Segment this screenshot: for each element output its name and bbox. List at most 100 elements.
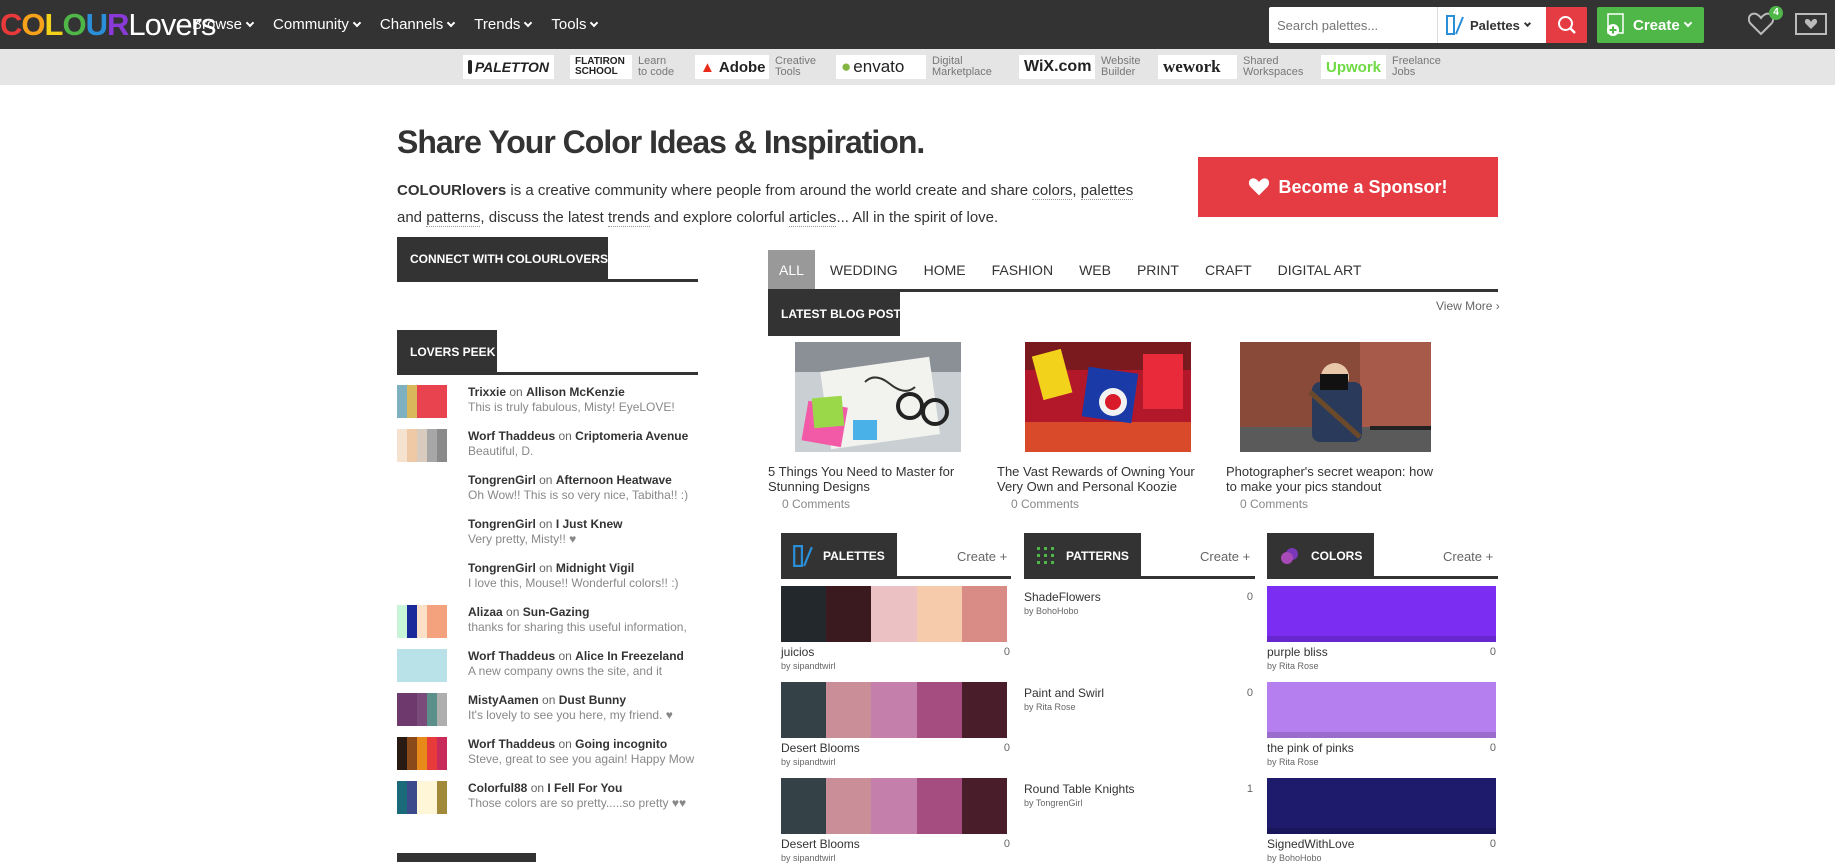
blog-comments-1[interactable]: 0 Comments bbox=[768, 497, 988, 511]
link-articles[interactable]: articles bbox=[788, 209, 837, 227]
blog-comments-3[interactable]: 0 Comments bbox=[1226, 497, 1446, 511]
peek-target[interactable]: Dust Bunny bbox=[559, 693, 626, 707]
color-name[interactable]: the pink of pinks bbox=[1267, 741, 1354, 755]
nav-community[interactable]: Community bbox=[273, 16, 362, 33]
nav-channels[interactable]: Channels bbox=[380, 16, 456, 33]
become-sponsor-button[interactable]: Become a Sponsor! bbox=[1198, 157, 1498, 217]
sponsor-envato[interactable]: ● envato Digital Marketplace bbox=[836, 55, 992, 79]
patterns-create-link[interactable]: Create + bbox=[1200, 549, 1250, 564]
tab-craft[interactable]: CRAFT bbox=[1194, 250, 1263, 290]
sponsor-flatiron[interactable]: FLATIRON SCHOOL Learn to code bbox=[570, 55, 674, 79]
peek-user[interactable]: TongrenGirl bbox=[468, 517, 536, 531]
peek-user[interactable]: TongrenGirl bbox=[468, 473, 536, 487]
peek-user[interactable]: Worf Thaddeus bbox=[468, 649, 555, 663]
peek-target[interactable]: Allison McKenzie bbox=[526, 385, 625, 399]
colors-create-link[interactable]: Create + bbox=[1443, 549, 1493, 564]
palette-author[interactable]: by sipandtwirl bbox=[781, 757, 836, 767]
blog-post-2[interactable]: The Vast Rewards of Owning Your Very Own… bbox=[997, 342, 1217, 511]
peek-target[interactable]: Alice In Freezeland bbox=[575, 649, 684, 663]
color-name[interactable]: purple bliss bbox=[1267, 645, 1328, 659]
nav-tools[interactable]: Tools bbox=[551, 16, 599, 33]
palette-thumbnail[interactable] bbox=[397, 693, 447, 726]
nav-trends[interactable]: Trends bbox=[474, 16, 533, 33]
peek-target[interactable]: Midnight Vigil bbox=[556, 561, 634, 575]
tab-digital-art[interactable]: DIGITAL ART bbox=[1267, 250, 1373, 290]
palette-preview[interactable] bbox=[781, 778, 1008, 834]
lovers-peek-item[interactable]: Worf Thaddeus on Criptomeria Avenue Beaut… bbox=[397, 429, 707, 473]
link-trends[interactable]: trends bbox=[607, 209, 650, 227]
peek-user[interactable]: Colorful88 bbox=[468, 781, 527, 795]
palettes-create-link[interactable]: Create + bbox=[957, 549, 1007, 564]
lovers-peek-item[interactable]: TongrenGirl on Afternoon Heatwave Oh Wow!… bbox=[397, 473, 707, 517]
peek-target[interactable]: I Fell For You bbox=[547, 781, 622, 795]
view-more-link[interactable]: View More › bbox=[1436, 299, 1500, 313]
lovers-peek-item[interactable]: Alizaa on Sun-Gazing thanks for sharing t… bbox=[397, 605, 707, 649]
search-type-dropdown[interactable]: Palettes bbox=[1437, 7, 1535, 43]
tab-wedding[interactable]: WEDDING bbox=[819, 250, 909, 290]
search-button[interactable] bbox=[1546, 7, 1587, 43]
color-preview[interactable] bbox=[1267, 586, 1496, 642]
color-preview[interactable] bbox=[1267, 778, 1496, 834]
palette-thumbnail[interactable] bbox=[397, 385, 447, 418]
pattern-name[interactable]: Round Table Knights bbox=[1024, 782, 1135, 796]
link-colors[interactable]: colors bbox=[1032, 182, 1073, 200]
peek-target[interactable]: I Just Knew bbox=[556, 517, 623, 531]
palette-preview[interactable] bbox=[781, 682, 1008, 738]
palette-thumbnail[interactable] bbox=[397, 429, 447, 462]
peek-user[interactable]: MistyAamen bbox=[468, 693, 539, 707]
blog-title-3[interactable]: Photographer's secret weapon: how to mak… bbox=[1226, 464, 1446, 494]
lovers-peek-item[interactable]: TongrenGirl on I Just Knew Very pretty, M… bbox=[397, 517, 707, 561]
create-button[interactable]: Create bbox=[1597, 7, 1704, 43]
search-input[interactable] bbox=[1269, 7, 1437, 43]
palette-name[interactable]: Desert Blooms bbox=[781, 741, 860, 755]
tab-home[interactable]: HOME bbox=[913, 250, 977, 290]
palette-thumbnail[interactable] bbox=[397, 781, 447, 814]
color-author[interactable]: by Rita Rose bbox=[1267, 661, 1319, 671]
blog-post-3[interactable]: Photographer's secret weapon: how to mak… bbox=[1226, 342, 1446, 511]
lovers-peek-item[interactable]: Worf Thaddeus on Going incognito Steve, g… bbox=[397, 737, 707, 781]
peek-target[interactable]: Sun-Gazing bbox=[523, 605, 590, 619]
lovers-peek-item[interactable]: MistyAamen on Dust Bunny It's lovely to s… bbox=[397, 693, 707, 737]
colourlovers-logo[interactable]: COLOURLovers bbox=[0, 9, 216, 40]
sponsor-adobe[interactable]: ▲ Adobe Creative Tools bbox=[695, 55, 816, 79]
palette-thumbnail[interactable] bbox=[397, 737, 447, 770]
peek-user[interactable]: Trixxie bbox=[468, 385, 506, 399]
peek-target[interactable]: Afternoon Heatwave bbox=[556, 473, 672, 487]
palettes-tab[interactable]: PALETTES bbox=[781, 533, 897, 579]
palette-author[interactable]: by sipandtwirl bbox=[781, 661, 836, 671]
sponsor-paletton[interactable]: PALETTON bbox=[463, 55, 554, 79]
pattern-author[interactable]: by Rita Rose bbox=[1024, 702, 1076, 712]
palette-preview[interactable] bbox=[781, 586, 1008, 642]
tab-web[interactable]: WEB bbox=[1068, 250, 1122, 290]
pattern-name[interactable]: ShadeFlowers bbox=[1024, 590, 1101, 604]
peek-user[interactable]: Worf Thaddeus bbox=[468, 429, 555, 443]
tab-print[interactable]: PRINT bbox=[1126, 250, 1190, 290]
pattern-name[interactable]: Paint and Swirl bbox=[1024, 686, 1104, 700]
love-mail-icon[interactable] bbox=[1795, 12, 1827, 36]
pattern-author[interactable]: by BohoHobo bbox=[1024, 606, 1079, 616]
sponsor-wix[interactable]: WiX.com Website Builder bbox=[1019, 55, 1141, 79]
sponsor-upwork[interactable]: Upwork Freelance Jobs bbox=[1321, 55, 1441, 79]
blog-title-2[interactable]: The Vast Rewards of Owning Your Very Own… bbox=[997, 464, 1217, 494]
peek-target[interactable]: Going incognito bbox=[575, 737, 667, 751]
peek-target[interactable]: Criptomeria Avenue bbox=[575, 429, 688, 443]
blog-comments-2[interactable]: 0 Comments bbox=[997, 497, 1217, 511]
blog-post-1[interactable]: 5 Things You Need to Master for Stunning… bbox=[768, 342, 988, 511]
palette-thumbnail[interactable] bbox=[397, 649, 447, 682]
palette-thumbnail[interactable] bbox=[397, 605, 447, 638]
color-preview[interactable] bbox=[1267, 682, 1496, 738]
nav-browse[interactable]: Browse bbox=[192, 16, 255, 33]
peek-user[interactable]: Alizaa bbox=[468, 605, 503, 619]
patterns-tab[interactable]: PATTERNS bbox=[1024, 533, 1141, 579]
peek-user[interactable]: Worf Thaddeus bbox=[468, 737, 555, 751]
link-patterns[interactable]: patterns bbox=[426, 209, 481, 227]
blog-title-1[interactable]: 5 Things You Need to Master for Stunning… bbox=[768, 464, 988, 494]
lovers-peek-item[interactable]: Trixxie on Allison McKenzie This is truly… bbox=[397, 385, 707, 429]
palette-name[interactable]: juicios bbox=[781, 645, 814, 659]
pattern-author[interactable]: by TongrenGirl bbox=[1024, 798, 1082, 808]
palette-name[interactable]: Desert Blooms bbox=[781, 837, 860, 851]
color-author[interactable]: by Rita Rose bbox=[1267, 757, 1319, 767]
lovers-peek-item[interactable]: TongrenGirl on Midnight Vigil I love this… bbox=[397, 561, 707, 605]
tab-all[interactable]: ALL bbox=[768, 250, 815, 290]
peek-user[interactable]: TongrenGirl bbox=[468, 561, 536, 575]
